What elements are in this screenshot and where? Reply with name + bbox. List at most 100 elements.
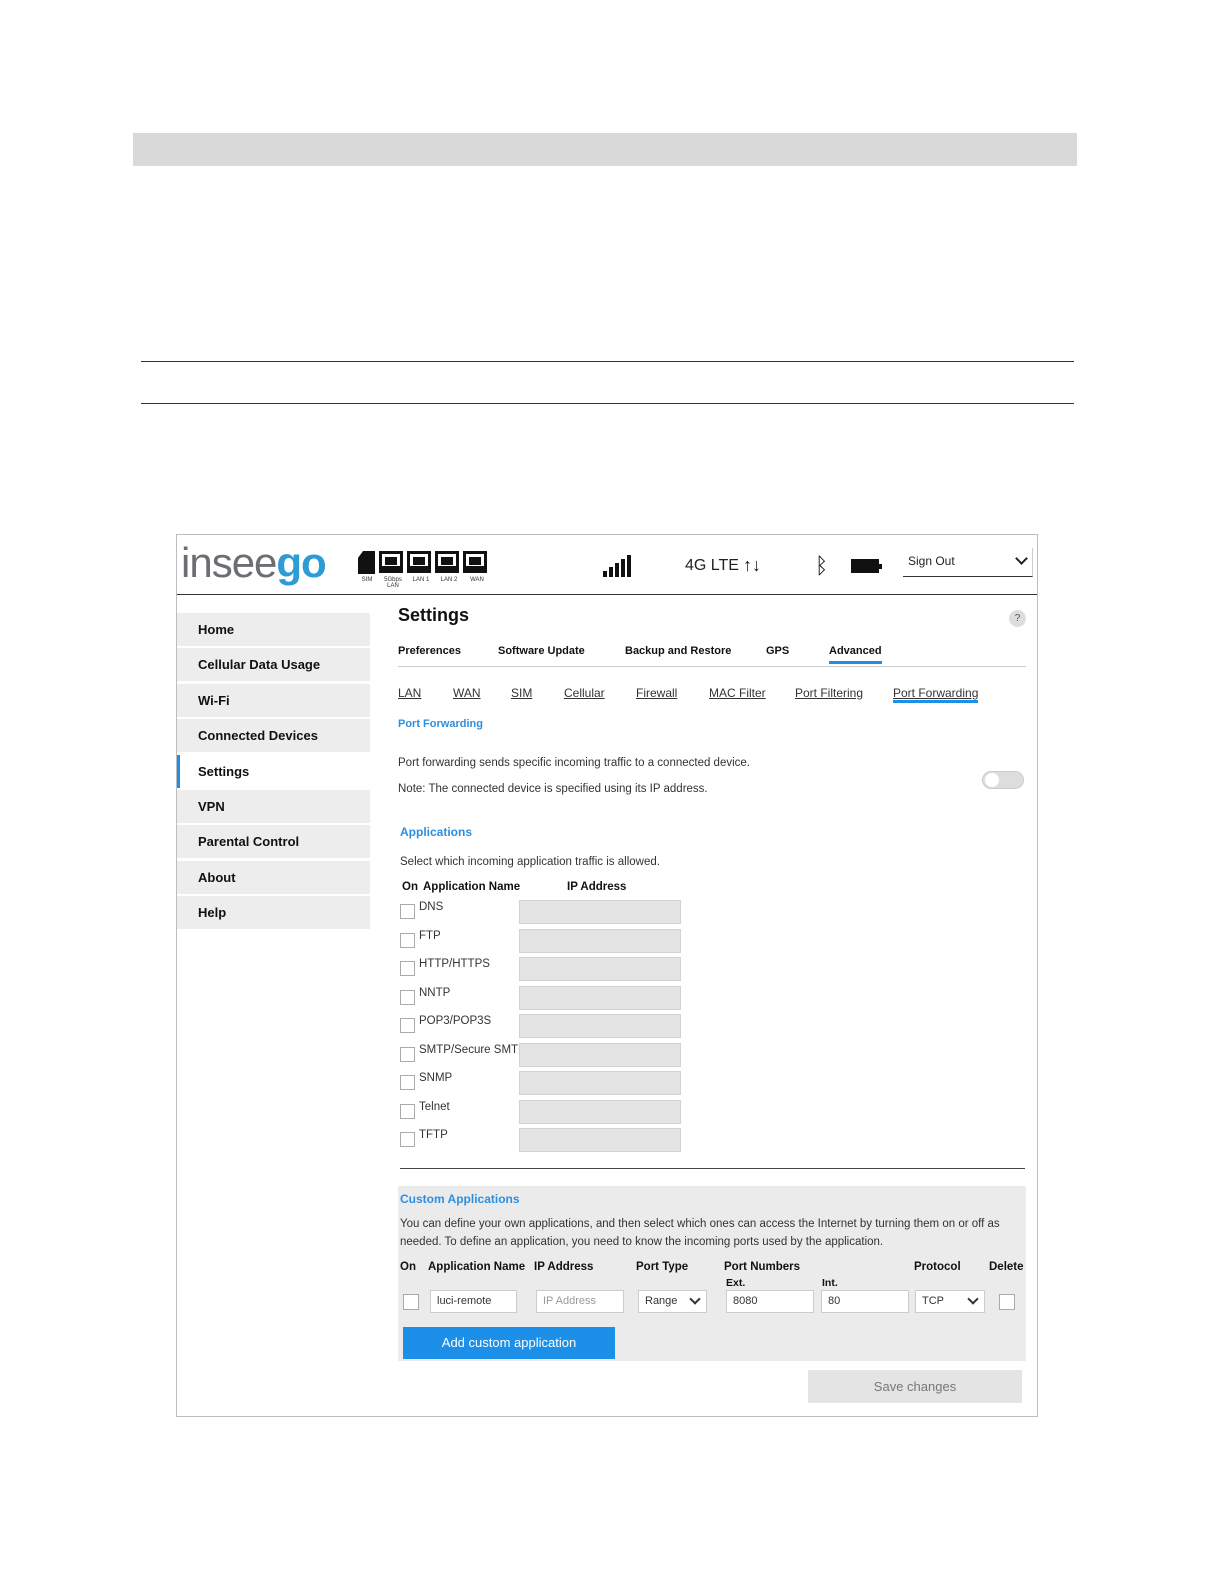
signout-label: Sign Out xyxy=(908,554,955,568)
status-label-lan1: LAN 1 xyxy=(412,577,430,583)
app-checkbox[interactable] xyxy=(400,1103,415,1119)
subtab-sim[interactable]: SIM xyxy=(511,686,532,700)
sidebar-item-home[interactable]: Home xyxy=(177,613,370,646)
main-content: Settings ? Preferences Software Update B… xyxy=(398,605,1026,1403)
applications-description: Select which incoming application traffi… xyxy=(400,856,660,868)
sidebar-item-wifi[interactable]: Wi-Fi xyxy=(177,683,370,717)
list-item: Telnet xyxy=(400,1099,681,1125)
app-ip-field[interactable] xyxy=(519,957,681,981)
app-name: Telnet xyxy=(419,1100,450,1113)
signal-strength-icon xyxy=(603,553,633,577)
port-forwarding-toggle[interactable] xyxy=(982,771,1024,789)
custom-on-checkbox[interactable] xyxy=(403,1294,419,1310)
app-ip-field[interactable] xyxy=(519,1099,681,1124)
custom-applications-title: Custom Applications xyxy=(400,1192,520,1206)
sidebar-item-connected-devices[interactable]: Connected Devices xyxy=(177,719,370,753)
app-checkbox[interactable] xyxy=(400,961,415,976)
custom-delete-checkbox[interactable] xyxy=(999,1294,1015,1310)
app-ip-field[interactable] xyxy=(519,1014,681,1038)
sidebar-item-vpn[interactable]: VPN xyxy=(177,789,370,823)
status-label-5gbps-lan: 5Gbps LAN xyxy=(384,577,402,589)
custom-col-on: On xyxy=(400,1261,416,1273)
status-icons xyxy=(358,551,487,574)
app-ip-field[interactable] xyxy=(519,1042,681,1067)
status-label-wan: WAN xyxy=(470,577,484,583)
protocol-value: TCP xyxy=(922,1295,944,1307)
protocol-select[interactable]: TCP xyxy=(915,1290,985,1313)
ethernet-wan-icon xyxy=(463,551,487,573)
app-name: NNTP xyxy=(419,986,451,999)
battery-icon xyxy=(851,559,882,573)
app-checkbox[interactable] xyxy=(400,932,415,948)
custom-ip-address-field[interactable]: IP Address xyxy=(536,1290,624,1313)
subtab-wan[interactable]: WAN xyxy=(453,686,481,700)
help-icon[interactable]: ? xyxy=(1009,610,1026,627)
app-ip-field[interactable] xyxy=(519,1128,681,1152)
custom-col-ext: Ext. xyxy=(726,1277,746,1289)
subtab-firewall[interactable]: Firewall xyxy=(636,686,677,700)
col-application-name: Application Name xyxy=(423,881,521,893)
tab-software-update[interactable]: Software Update xyxy=(498,645,585,657)
sidebar-item-cellular-data-usage[interactable]: Cellular Data Usage xyxy=(177,648,370,682)
sidebar-item-settings[interactable]: Settings xyxy=(177,754,370,788)
applications-title: Applications xyxy=(400,825,473,839)
port-forwarding-note: Note: The connected device is specified … xyxy=(398,783,708,795)
list-item: SMTP/Secure SMTP xyxy=(400,1042,681,1068)
app-ip-field[interactable] xyxy=(519,900,681,924)
subtab-mac-filter[interactable]: MAC Filter xyxy=(709,686,766,700)
document-rule-top xyxy=(141,361,1074,362)
custom-col-protocol: Protocol xyxy=(914,1261,961,1273)
app-checkbox[interactable] xyxy=(400,1075,415,1090)
custom-col-application-name: Application Name xyxy=(428,1261,526,1273)
section-title: Port Forwarding xyxy=(398,718,483,730)
subtab-port-forwarding[interactable]: Port Forwarding xyxy=(893,686,979,703)
chevron-down-icon xyxy=(967,1293,979,1305)
subtab-cellular[interactable]: Cellular xyxy=(564,686,605,700)
app-ip-field[interactable] xyxy=(519,928,681,953)
document-header-bar xyxy=(133,133,1077,166)
inseego-logo: inseego xyxy=(181,539,327,587)
signout-dropdown[interactable]: Sign Out xyxy=(903,548,1033,577)
custom-col-int: Int. xyxy=(822,1277,838,1289)
custom-col-port-type: Port Type xyxy=(636,1261,689,1273)
app-name: POP3/POP3S xyxy=(419,1015,492,1027)
status-label-sim: SIM xyxy=(361,577,373,583)
port-type-select[interactable]: Range xyxy=(638,1290,707,1313)
app-name: SMTP/Secure SMTP xyxy=(419,1043,526,1056)
list-item: HTTP/HTTPS xyxy=(400,957,681,982)
app-ip-field[interactable] xyxy=(519,985,681,1010)
save-changes-button[interactable]: Save changes xyxy=(808,1370,1022,1403)
chevron-down-icon xyxy=(689,1293,701,1305)
tab-advanced[interactable]: Advanced xyxy=(829,645,882,664)
list-item: NNTP xyxy=(400,985,681,1011)
logo-text: insee xyxy=(181,539,277,586)
custom-col-ip-address: IP Address xyxy=(534,1261,594,1273)
bluetooth-icon: ᛒ xyxy=(815,553,829,578)
subtab-port-filtering[interactable]: Port Filtering xyxy=(795,686,863,700)
subtab-lan[interactable]: LAN xyxy=(398,686,421,700)
tab-gps[interactable]: GPS xyxy=(766,645,789,657)
ext-port-field[interactable]: 8080 xyxy=(726,1290,814,1313)
app-checkbox[interactable] xyxy=(400,1018,415,1033)
app-name: SNMP xyxy=(419,1072,453,1084)
col-on: On xyxy=(402,881,418,893)
add-custom-application-button[interactable]: Add custom application xyxy=(403,1327,615,1359)
sidebar-item-parental-control[interactable]: Parental Control xyxy=(177,825,370,859)
sidebar-item-about[interactable]: About xyxy=(177,860,370,894)
int-port-field[interactable]: 80 xyxy=(821,1290,909,1313)
app-ip-field[interactable] xyxy=(519,1071,681,1095)
data-transfer-icon: ↑↓ xyxy=(743,555,761,575)
app-checkbox[interactable] xyxy=(400,989,415,1005)
app-checkbox[interactable] xyxy=(400,904,415,919)
app-checkbox[interactable] xyxy=(400,1132,415,1147)
list-item: POP3/POP3S xyxy=(400,1014,681,1039)
tab-preferences[interactable]: Preferences xyxy=(398,645,461,657)
ethernet-lan2-icon xyxy=(435,551,459,573)
list-item: FTP xyxy=(400,928,681,954)
port-type-value: Range xyxy=(645,1295,678,1307)
app-checkbox[interactable] xyxy=(400,1046,415,1062)
col-ip-address: IP Address xyxy=(567,881,627,893)
custom-application-name-field[interactable]: luci-remote xyxy=(430,1290,517,1313)
tab-backup-restore[interactable]: Backup and Restore xyxy=(625,645,731,657)
sidebar-item-help[interactable]: Help xyxy=(177,896,370,930)
